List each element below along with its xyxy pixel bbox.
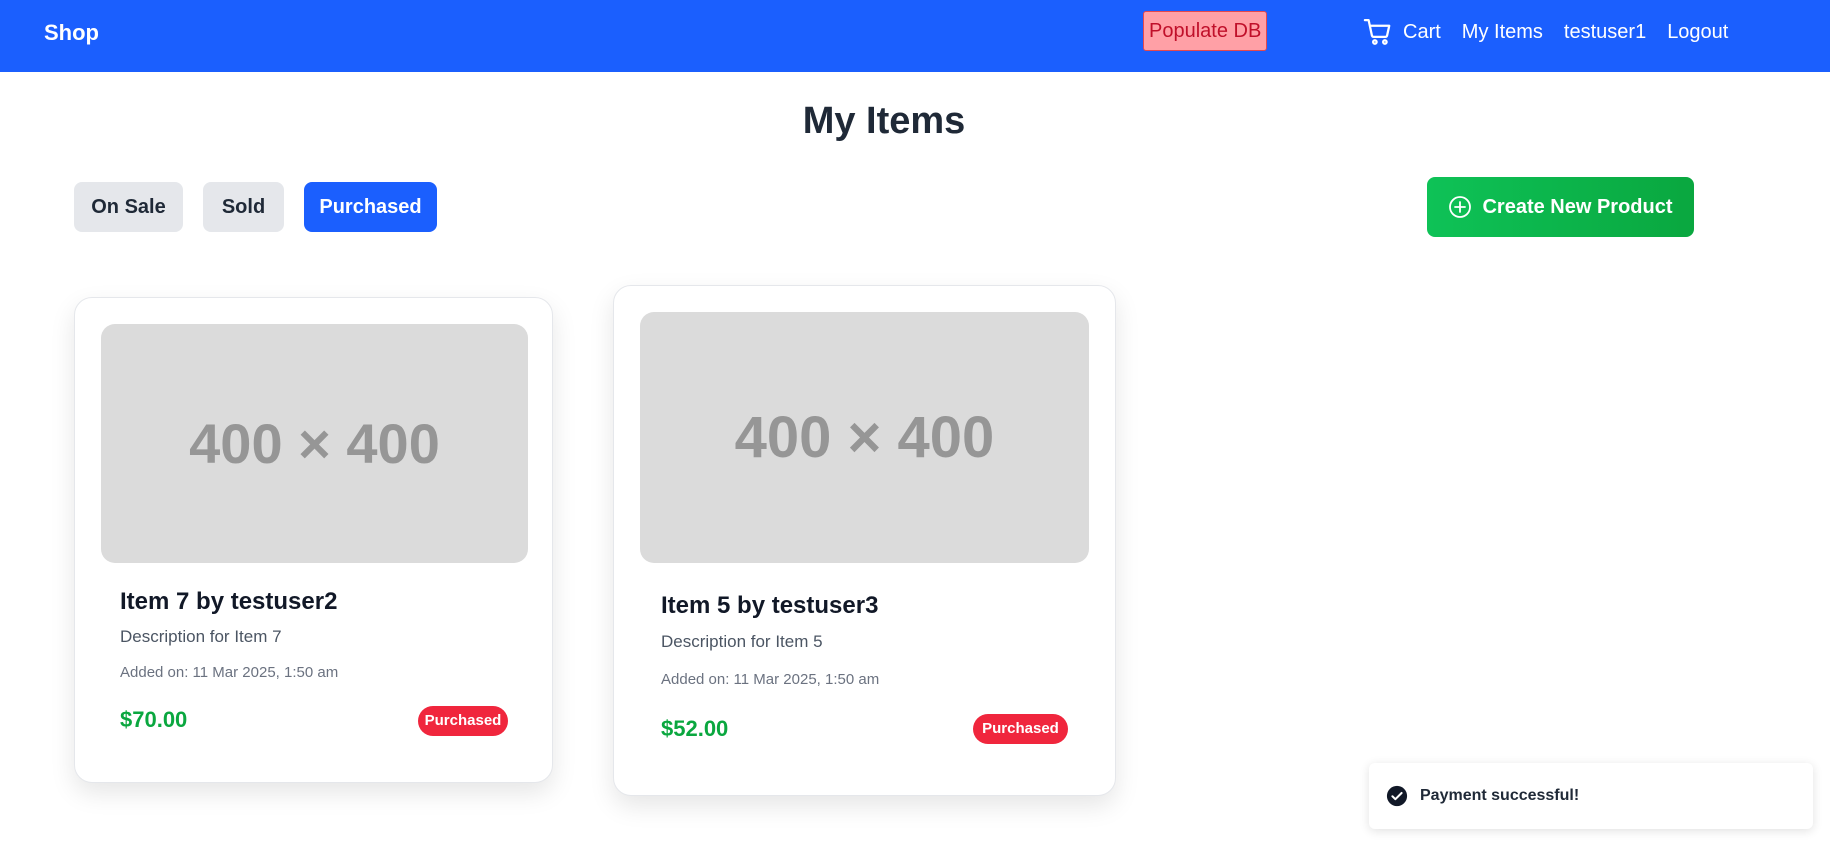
cart-link[interactable]: Cart	[1363, 17, 1441, 47]
plus-circle-icon	[1449, 196, 1472, 218]
product-price: $52.00	[661, 716, 729, 741]
product-date: Added on: 11 Mar 2025, 1:50 am	[120, 664, 339, 681]
product-card[interactable]: 400 × 400 Item 5 by testuser3 Descriptio…	[613, 285, 1116, 796]
product-title: Item 5 by testuser3	[661, 592, 879, 619]
product-image-placeholder: 400 × 400	[101, 324, 528, 563]
product-image-placeholder: 400 × 400	[640, 312, 1089, 563]
product-title: Item 7 by testuser2	[120, 588, 338, 615]
product-card[interactable]: 400 × 400 Item 7 by testuser2 Descriptio…	[74, 297, 553, 783]
product-description: Description for Item 5	[661, 632, 823, 651]
populate-db-button[interactable]: Populate DB	[1143, 11, 1268, 51]
toast-message: Payment successful!	[1420, 787, 1580, 804]
status-badge: Purchased	[418, 706, 508, 736]
create-product-button[interactable]: Create New Product	[1427, 177, 1694, 237]
product-price: $70.00	[120, 707, 188, 732]
tab-on-sale[interactable]: On Sale	[74, 182, 183, 232]
create-product-label: Create New Product	[1482, 195, 1673, 218]
status-badge: Purchased	[973, 714, 1068, 744]
product-description: Description for Item 7	[120, 627, 282, 646]
navbar: Shop Populate DB Cart My Items testuser1…	[0, 0, 1830, 72]
cart-label: Cart	[1403, 20, 1441, 43]
check-circle-icon	[1386, 785, 1408, 807]
username-link[interactable]: testuser1	[1564, 21, 1646, 44]
page-title: My Items	[802, 100, 966, 142]
toast-notification[interactable]: Payment successful!	[1369, 763, 1813, 829]
tab-purchased[interactable]: Purchased	[304, 182, 437, 232]
tab-sold[interactable]: Sold	[203, 182, 284, 232]
my-items-link[interactable]: My Items	[1462, 21, 1543, 44]
brand-link[interactable]: Shop	[44, 20, 99, 46]
cart-icon	[1363, 19, 1391, 45]
logout-link[interactable]: Logout	[1667, 21, 1728, 44]
product-date: Added on: 11 Mar 2025, 1:50 am	[661, 671, 880, 688]
nav-links: Cart My Items testuser1 Logout	[1363, 16, 1749, 48]
